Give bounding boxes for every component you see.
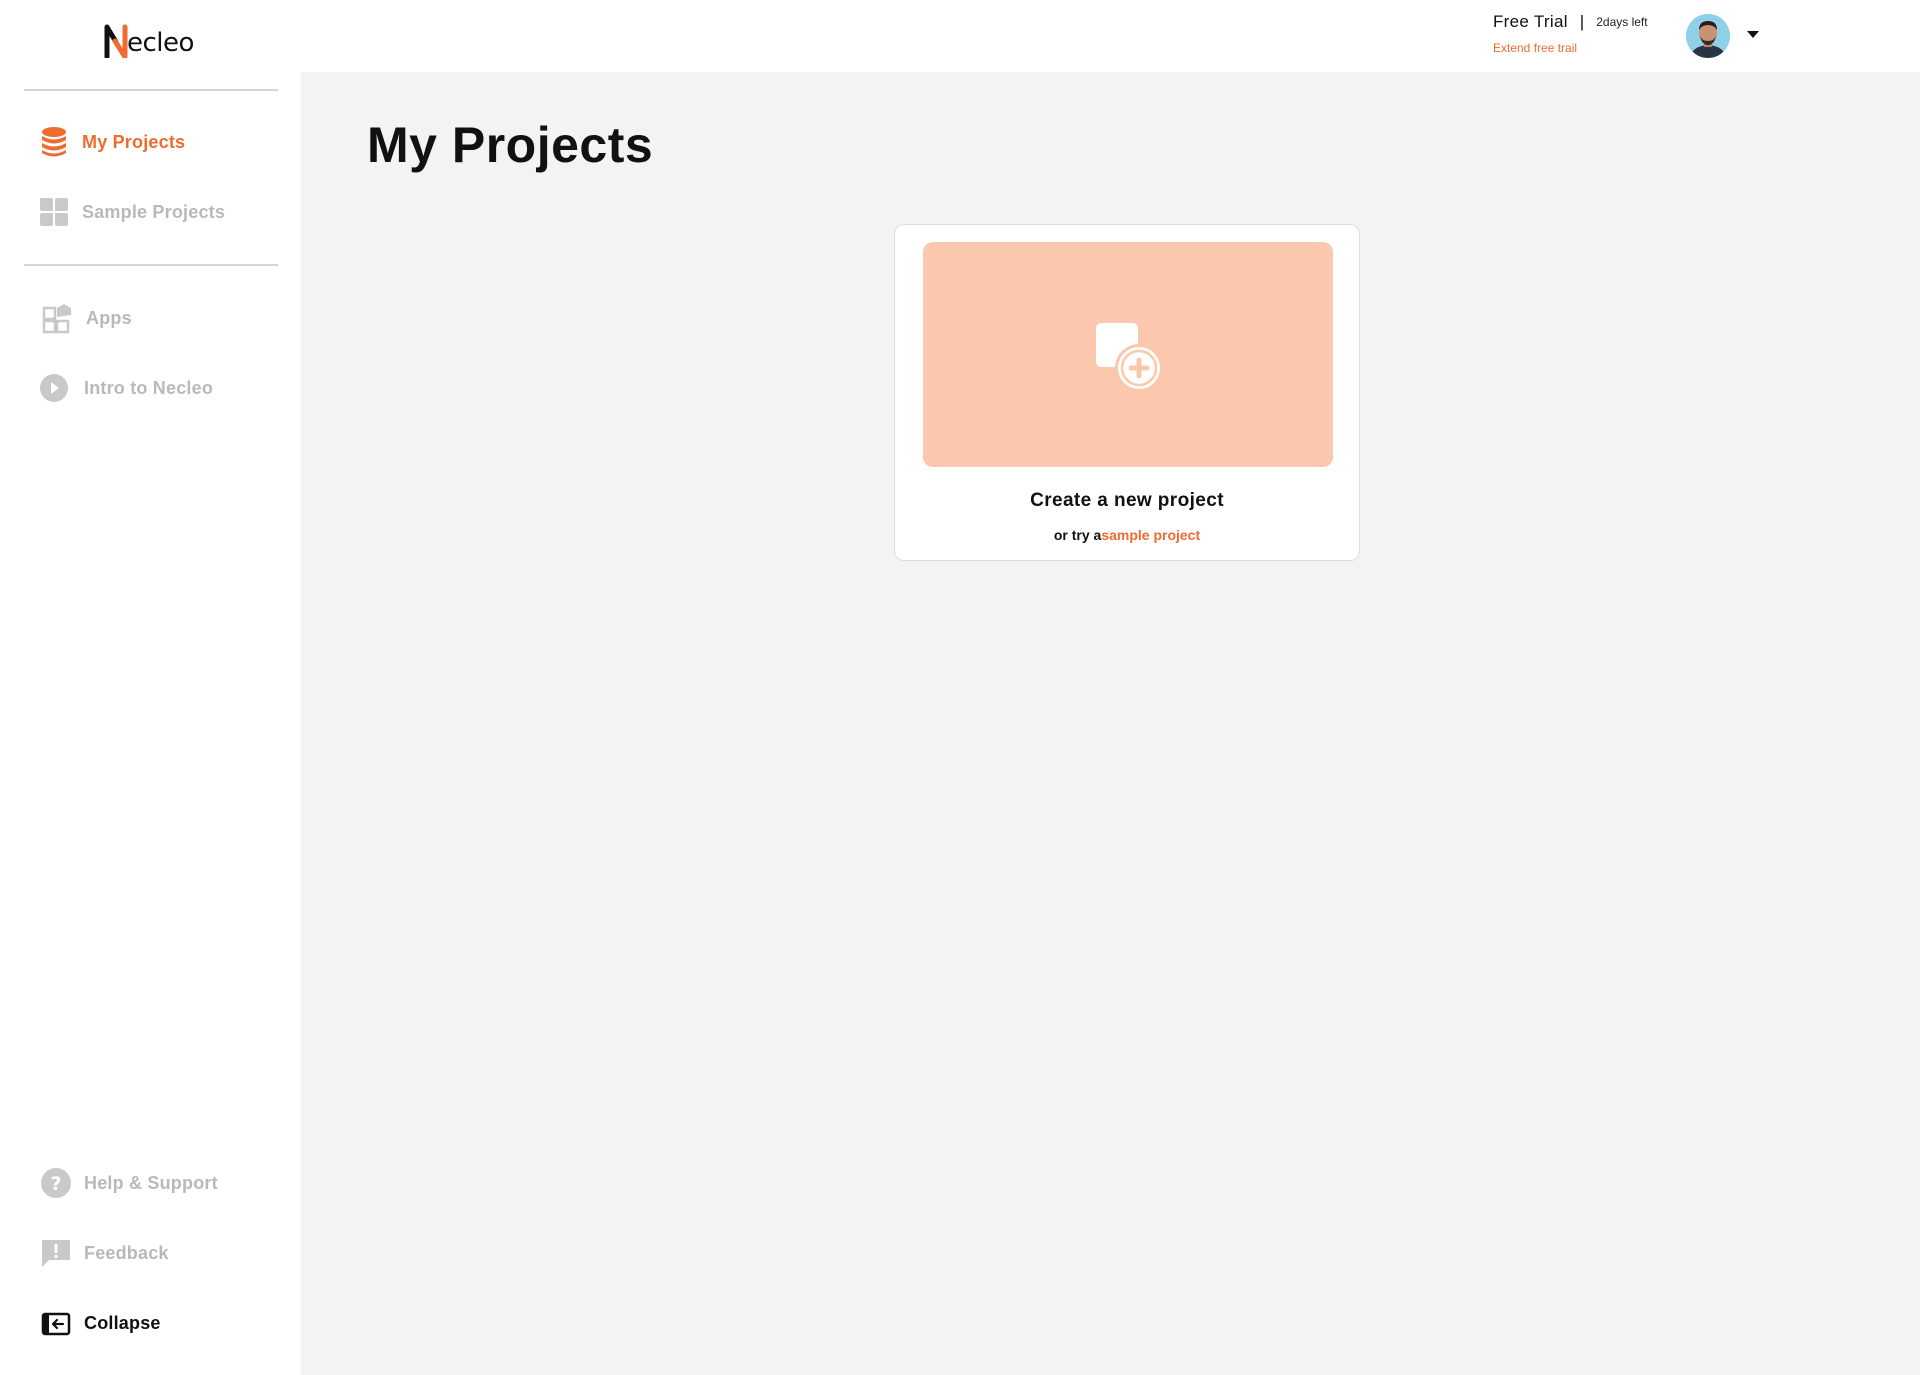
sidebar-item-sample-projects[interactable]: Sample Projects [38,196,225,228]
chevron-down-icon[interactable] [1747,31,1759,38]
top-header [300,0,1920,72]
page-title: My Projects [367,117,654,173]
sidebar-item-collapse[interactable]: Collapse [40,1307,161,1339]
create-project-card[interactable]: Create a new project or try asample proj… [894,224,1360,561]
create-project-art[interactable] [923,242,1333,467]
sidebar-item-label: Help & Support [84,1172,218,1193]
sidebar-divider [24,89,278,91]
add-file-icon [1096,322,1163,391]
sidebar-item-intro[interactable]: Intro to Necleo [38,372,213,404]
sidebar-item-label: Collapse [84,1312,161,1333]
sidebar-item-help[interactable]: ? Help & Support [40,1167,218,1199]
sidebar-item-feedback[interactable]: Feedback [40,1237,169,1269]
create-project-subtitle: or try asample project [895,527,1359,543]
logo-mark-icon [104,24,128,58]
play-icon [38,372,70,404]
sidebar-item-label: My Projects [82,131,186,152]
create-project-title: Create a new project [1030,490,1224,511]
main-content: My Projects Create a new project or try … [301,72,1920,1375]
necleo-logo[interactable]: ecleo [104,18,194,58]
trial-days-left: 2days left [1596,15,1648,29]
sidebar-item-label: Apps [86,307,132,328]
sample-project-link[interactable]: sample project [1101,527,1200,543]
extend-trial-link[interactable]: Extend free trail [1493,41,1648,55]
help-icon: ? [40,1167,72,1199]
trial-title: Free Trial [1493,12,1568,31]
apps-icon [42,302,74,334]
feedback-icon [40,1237,72,1269]
sidebar-item-apps[interactable]: Apps [42,302,132,334]
database-icon [38,126,70,158]
trial-separator: | [1579,12,1585,31]
sidebar-item-my-projects[interactable]: My Projects [38,126,185,158]
collapse-icon [40,1307,72,1339]
svg-text:?: ? [50,1173,61,1195]
sidebar-item-label: Sample Projects [82,201,226,222]
subtitle-prefix: or try a [1053,527,1102,543]
grid-icon [38,196,70,228]
logo-text: ecleo [127,28,194,58]
sidebar-item-label: Feedback [84,1242,169,1263]
trial-status: Free Trial | 2days left Extend free trai… [1493,12,1648,55]
sidebar-divider [24,264,278,266]
sidebar: ecleo My Projects Sample Projects Apps I… [0,0,300,1375]
sidebar-item-label: Intro to Necleo [84,377,214,398]
avatar[interactable] [1686,14,1730,58]
user-avatar-icon [1686,14,1730,58]
